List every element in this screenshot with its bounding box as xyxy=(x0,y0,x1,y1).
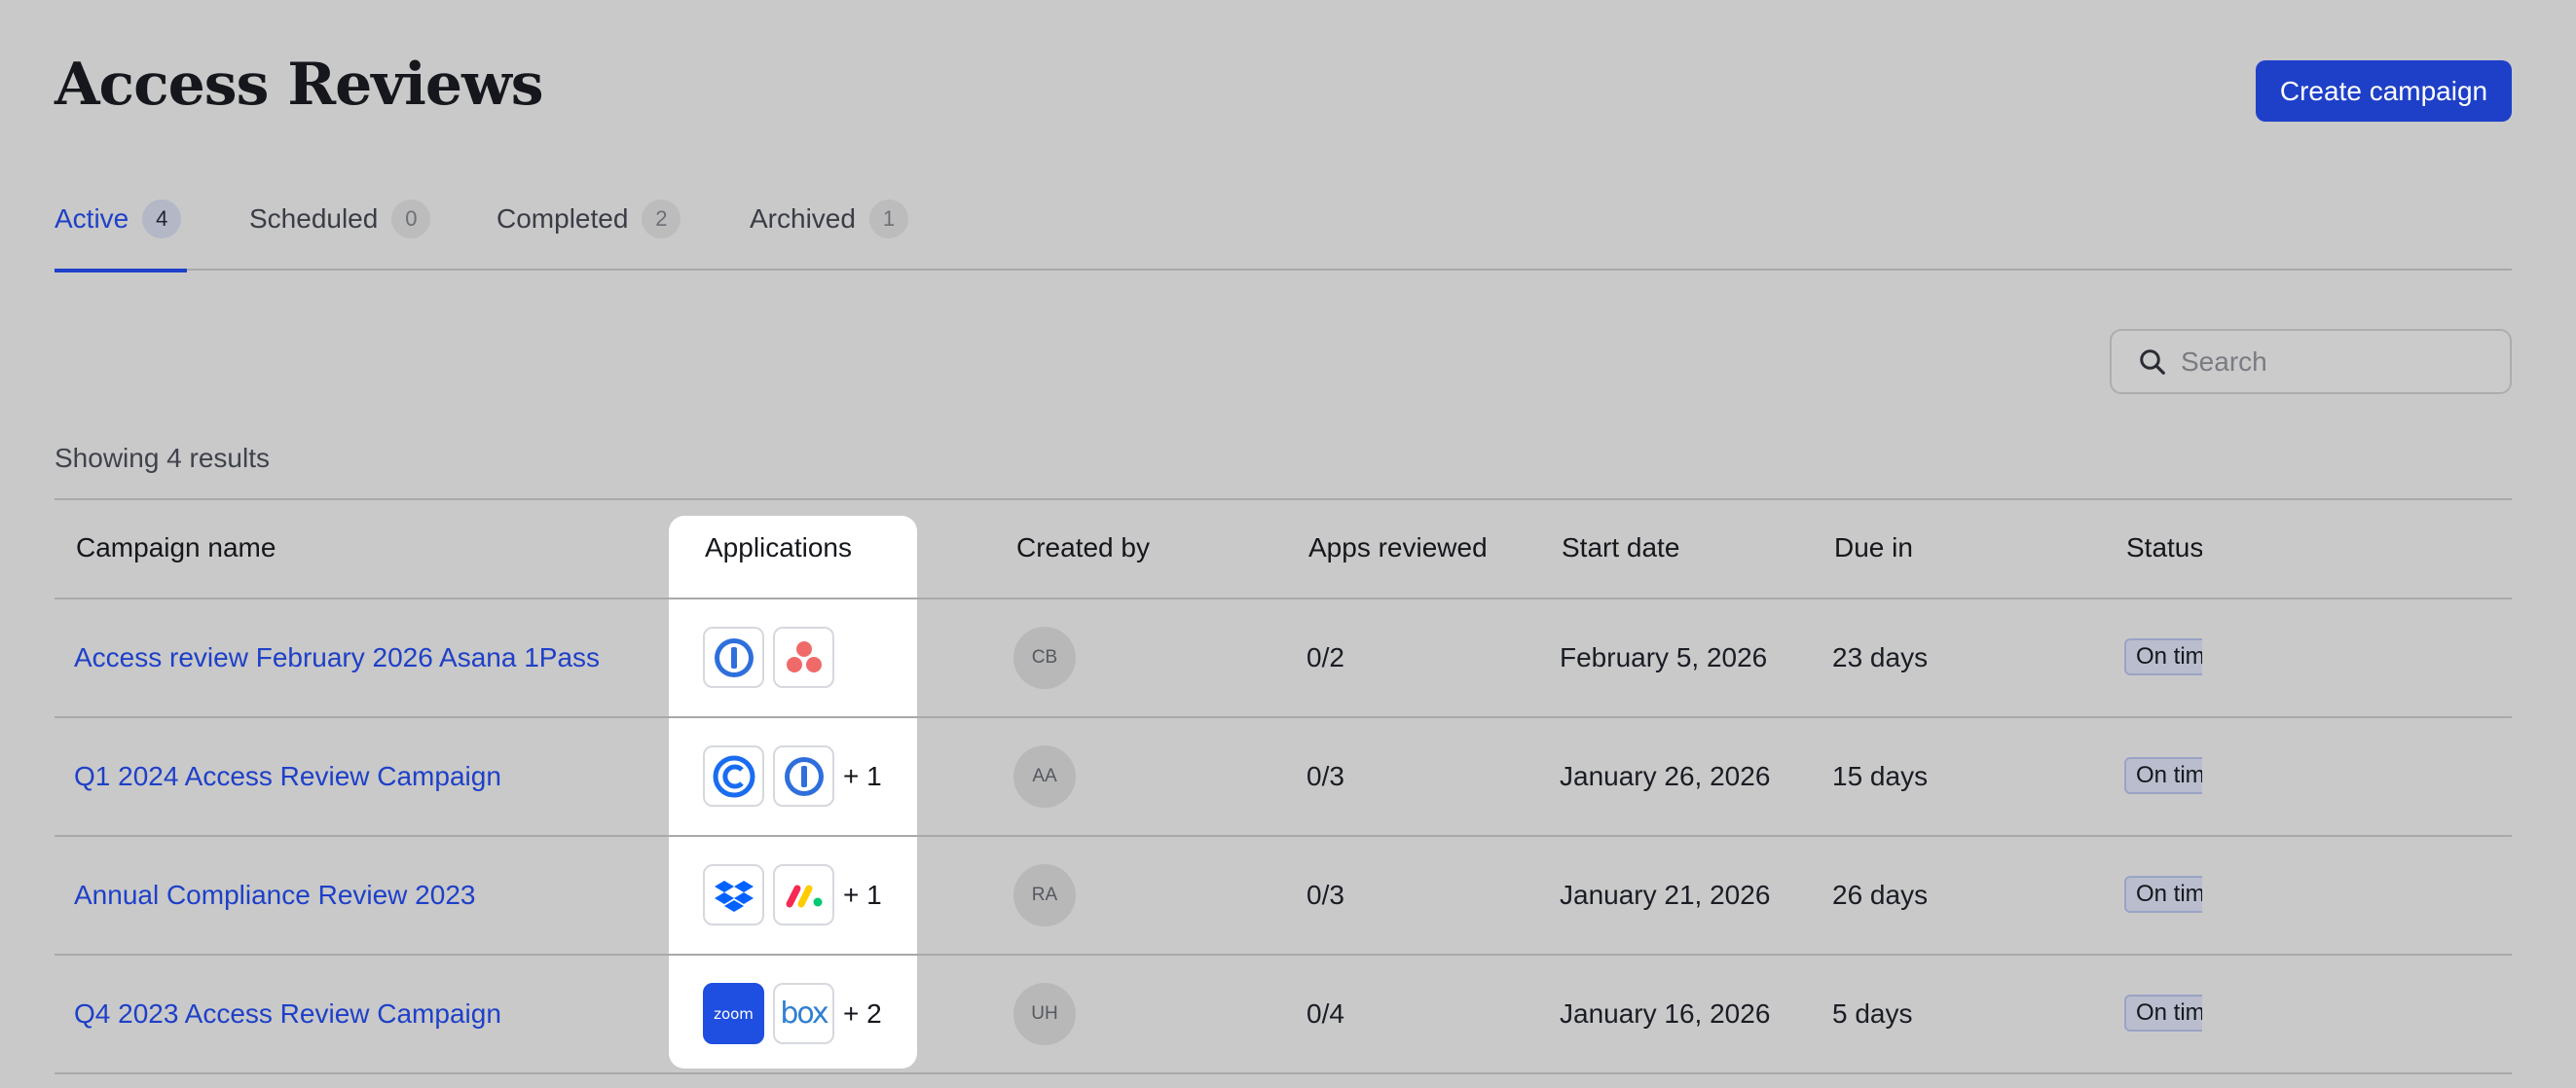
row-divider xyxy=(55,954,2512,956)
start-date-value: January 21, 2026 xyxy=(1560,880,1771,910)
due-in-value: 26 days xyxy=(1832,880,1929,910)
more-apps-count: + 1 xyxy=(843,761,882,791)
due-in-value: 23 days xyxy=(1832,642,1929,672)
tab-count-badge: 1 xyxy=(868,199,908,238)
tab-completed[interactable]: Completed 2 xyxy=(497,185,681,271)
tab-label: Active xyxy=(55,203,129,234)
dropbox-icon xyxy=(703,864,764,925)
monday-icon xyxy=(773,864,834,925)
start-date-value: January 26, 2026 xyxy=(1560,761,1771,791)
tab-scheduled[interactable]: Scheduled 0 xyxy=(249,185,431,271)
tab-count-badge: 2 xyxy=(642,199,681,238)
search-icon xyxy=(2140,348,2165,375)
avatar: RA xyxy=(1013,864,1076,926)
row-divider xyxy=(55,1072,2512,1074)
tab-count-badge: 0 xyxy=(391,199,431,238)
due-in-value: 15 days xyxy=(1832,761,1929,791)
status-badge: On time xyxy=(2124,876,2202,913)
avatar: AA xyxy=(1013,745,1076,808)
column-header-start-date[interactable]: Start date xyxy=(1562,530,1679,565)
status-cell: On time xyxy=(2124,757,2202,796)
status-cell: On time xyxy=(2124,638,2202,677)
column-header-due-in[interactable]: Due in xyxy=(1834,530,1913,565)
tab-label: Archived xyxy=(750,203,856,234)
calendly-icon xyxy=(703,745,764,807)
more-apps-count: + 2 xyxy=(843,998,882,1029)
row-divider xyxy=(55,716,2512,718)
start-date-value: January 16, 2026 xyxy=(1560,998,1771,1029)
box-icon: box xyxy=(773,983,834,1044)
page-title: Access Reviews xyxy=(55,51,544,119)
1password-icon xyxy=(703,627,764,688)
status-cell: On time xyxy=(2124,876,2202,915)
box-logo-text: box xyxy=(780,997,828,1031)
status-badge: On time xyxy=(2124,757,2202,794)
tab-label: Completed xyxy=(497,203,629,234)
more-apps-count: + 1 xyxy=(843,880,882,910)
status-badge: On time xyxy=(2124,995,2202,1032)
campaign-name-link[interactable]: Q1 2024 Access Review Campaign xyxy=(74,759,501,794)
campaign-name-link[interactable]: Access review February 2026 Asana 1Pass xyxy=(74,640,600,675)
apps-reviewed-value: 0/3 xyxy=(1306,761,1344,791)
campaign-name-link[interactable]: Annual Compliance Review 2023 xyxy=(74,878,475,913)
start-date-value: February 5, 2026 xyxy=(1560,642,1768,672)
tab-count-badge: 4 xyxy=(142,199,182,238)
search-input[interactable] xyxy=(2181,345,2492,378)
column-header-created-by[interactable]: Created by xyxy=(1016,530,1150,565)
avatar: CB xyxy=(1013,627,1076,689)
apps-reviewed-value: 0/3 xyxy=(1306,880,1344,910)
tab-archived[interactable]: Archived 1 xyxy=(750,185,908,271)
search-box[interactable] xyxy=(2110,329,2512,394)
apps-reviewed-value: 0/2 xyxy=(1306,642,1344,672)
tab-label: Scheduled xyxy=(249,203,379,234)
due-in-value: 5 days xyxy=(1832,998,1913,1029)
tab-active[interactable]: Active 4 xyxy=(55,185,187,272)
status-cell: On time xyxy=(2124,995,2202,1034)
column-header-campaign-name[interactable]: Campaign name xyxy=(76,530,276,565)
create-campaign-button[interactable]: Create campaign xyxy=(2256,60,2512,122)
row-divider xyxy=(55,598,2512,599)
avatar: UH xyxy=(1013,983,1076,1045)
zoom-logo-text: zoom xyxy=(714,1004,754,1023)
results-count: Showing 4 results xyxy=(55,443,271,473)
status-badge: On time xyxy=(2124,638,2202,675)
row-divider xyxy=(55,835,2512,837)
campaign-name-link[interactable]: Q4 2023 Access Review Campaign xyxy=(74,997,501,1032)
1password-icon xyxy=(773,745,834,807)
column-header-applications[interactable]: Applications xyxy=(705,530,852,565)
column-header-status-clip: Status xyxy=(2126,530,2202,569)
zoom-icon: zoom xyxy=(703,983,764,1044)
column-header-apps-reviewed[interactable]: Apps reviewed xyxy=(1308,530,1488,565)
tab-bar: Active 4 Scheduled 0 Completed 2 Archive… xyxy=(55,185,2512,272)
apps-reviewed-value: 0/4 xyxy=(1306,998,1344,1029)
asana-icon xyxy=(773,627,834,688)
table-divider xyxy=(55,498,2512,500)
column-header-status[interactable]: Status xyxy=(2126,530,2202,565)
